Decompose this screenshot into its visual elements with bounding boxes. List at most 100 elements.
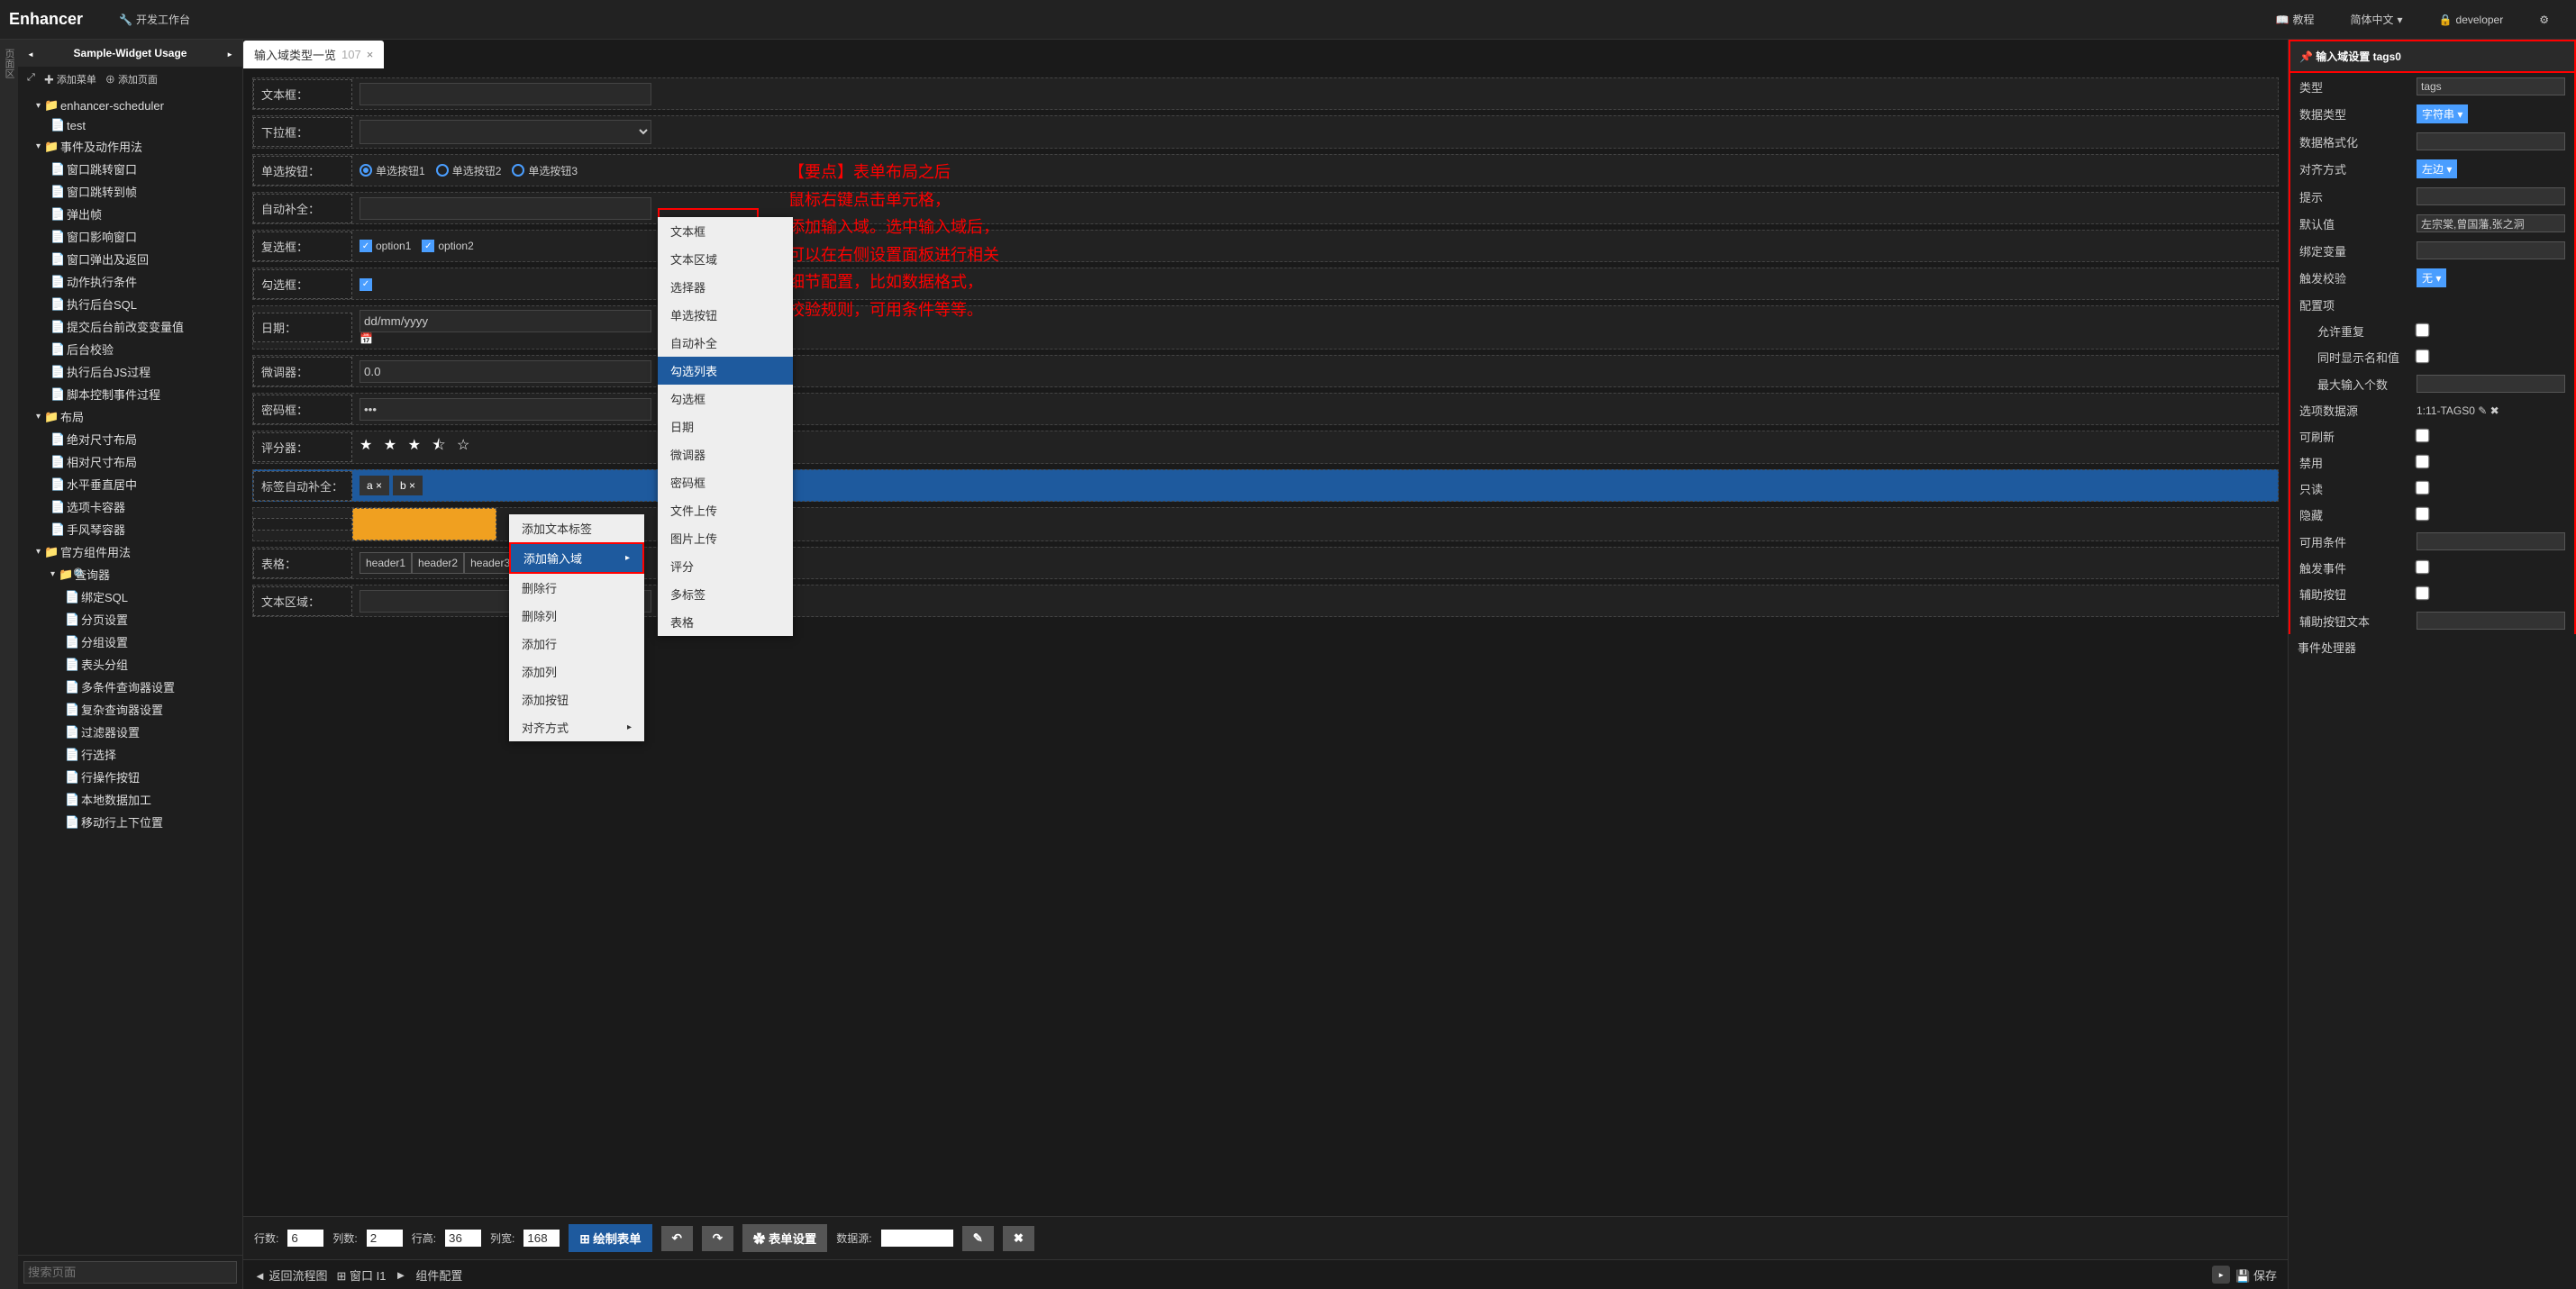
undo-button[interactable]: ↶ xyxy=(661,1226,693,1251)
tutorial-link[interactable]: 📖 教程 xyxy=(2276,12,2315,27)
nav-fwd-icon[interactable] xyxy=(226,47,233,59)
submenu-item[interactable]: 选择器 xyxy=(658,273,793,301)
tag-chip[interactable]: b × xyxy=(393,476,423,495)
tree-item[interactable]: 📄绝对尺寸布局 xyxy=(18,428,242,450)
expand-icon[interactable]: ▾ xyxy=(36,141,41,151)
tree-item[interactable]: 📄执行后台SQL xyxy=(18,293,242,315)
form-row[interactable]: 自动补全： xyxy=(252,192,2279,224)
selected-cell[interactable] xyxy=(352,508,496,540)
tree-item[interactable]: 📄行选择 xyxy=(18,743,242,766)
context-menu-item[interactable]: 添加行 xyxy=(509,630,644,658)
prop-input[interactable] xyxy=(2417,132,2565,150)
submenu-item[interactable]: 日期 xyxy=(658,413,793,440)
submenu-item[interactable]: 评分 xyxy=(658,552,793,580)
tree-item[interactable]: 📄弹出帧 xyxy=(18,203,242,225)
form-row[interactable]: 标签自动补全：a ×b × xyxy=(252,469,2279,502)
tree-item[interactable]: 📄窗口跳转窗口 xyxy=(18,158,242,180)
password-input[interactable] xyxy=(360,398,651,421)
tree-item[interactable]: ▾📁布局 xyxy=(18,405,242,428)
edit-icon[interactable]: ✎ xyxy=(2478,404,2487,417)
form-row[interactable]: 勾选框：✓ xyxy=(252,268,2279,300)
form-settings-button[interactable]: ✿ 表单设置 xyxy=(742,1224,827,1252)
prop-input[interactable] xyxy=(2417,241,2565,259)
tree-item[interactable]: 📄相对尺寸布局 xyxy=(18,450,242,473)
radio-option[interactable]: 单选按钮3 xyxy=(512,163,578,178)
tree-item[interactable]: 📄本地数据加工 xyxy=(18,788,242,811)
rating-input[interactable]: ★ ★ ★ ⯪ ☆ xyxy=(360,438,473,453)
datasource-input[interactable] xyxy=(881,1230,953,1247)
prop-input[interactable] xyxy=(2417,612,2565,630)
expand-icon[interactable]: ▾ xyxy=(36,412,41,422)
tree-item[interactable]: 📄执行后台JS过程 xyxy=(18,360,242,383)
form-row[interactable]: 评分器：★ ★ ★ ⯪ ☆ xyxy=(252,431,2279,464)
tree-item[interactable]: 📄多条件查询器设置 xyxy=(18,676,242,698)
form-row[interactable]: 微调器： xyxy=(252,355,2279,387)
submenu-item[interactable]: 文本框 xyxy=(658,217,793,245)
prop-select[interactable]: 左边 ▾ xyxy=(2417,159,2457,178)
nav-back-icon[interactable] xyxy=(27,47,34,59)
tree-item[interactable]: 📄选项卡容器 xyxy=(18,495,242,518)
context-menu-item[interactable]: 删除列 xyxy=(509,602,644,630)
prop-checkbox[interactable] xyxy=(2416,559,2430,574)
submenu-item[interactable]: 多标签 xyxy=(658,580,793,608)
expand-icon[interactable]: ⤢ xyxy=(27,72,35,86)
prop-checkbox[interactable] xyxy=(2416,322,2430,337)
tree-item[interactable]: 📄行操作按钮 xyxy=(18,766,242,788)
draw-form-button[interactable]: ⊞ 绘制表单 xyxy=(569,1224,651,1252)
form-row[interactable]: 密码框： xyxy=(252,393,2279,425)
tab-close-icon[interactable]: × xyxy=(367,48,374,61)
check-option[interactable]: ✓option1 xyxy=(360,240,411,252)
submenu-item[interactable]: 文件上传 xyxy=(658,496,793,524)
tree-item[interactable]: 📄动作执行条件 xyxy=(18,270,242,293)
prop-checkbox[interactable] xyxy=(2416,480,2430,495)
tree-item[interactable]: 📄分组设置 xyxy=(18,631,242,653)
back-link[interactable]: ◄ 返回流程图 xyxy=(254,1266,328,1284)
form-row[interactable]: 下拉框： xyxy=(252,115,2279,149)
tree-item[interactable]: 📄分页设置 xyxy=(18,608,242,631)
clear-icon[interactable]: ✖ xyxy=(2490,404,2499,417)
form-row[interactable]: 复选框：✓option1✓option2 xyxy=(252,230,2279,262)
form-row[interactable]: 日期： 📅 xyxy=(252,305,2279,349)
add-menu-button[interactable]: ✚ 添加菜单 xyxy=(44,72,96,86)
context-menu-item[interactable]: 删除行 xyxy=(509,574,644,602)
checkbox[interactable]: ✓ xyxy=(360,278,372,291)
context-menu-item[interactable]: 对齐方式▸ xyxy=(509,713,644,741)
workbench-link[interactable]: 🔧 开发工作台 xyxy=(119,12,190,27)
context-menu-item[interactable]: 添加文本标签 xyxy=(509,514,644,542)
tree-item[interactable]: 📄手风琴容器 xyxy=(18,518,242,540)
prop-input[interactable] xyxy=(2417,532,2565,550)
prop-checkbox[interactable] xyxy=(2416,428,2430,442)
expand-icon[interactable]: ▾ xyxy=(36,547,41,557)
tree-item[interactable]: 📄窗口跳转到帧 xyxy=(18,180,242,203)
ds-clear-button[interactable]: ✖ xyxy=(1003,1226,1034,1251)
prop-select[interactable]: 无 ▾ xyxy=(2417,268,2446,287)
width-input[interactable] xyxy=(523,1230,560,1247)
submenu-item[interactable]: 表格 xyxy=(658,608,793,636)
tree-item[interactable]: 📄过滤器设置 xyxy=(18,721,242,743)
submenu-item[interactable]: 单选按钮 xyxy=(658,301,793,329)
save-button[interactable]: 💾 保存 xyxy=(2235,1266,2277,1284)
prop-input[interactable] xyxy=(2417,214,2565,232)
prop-checkbox[interactable] xyxy=(2416,506,2430,521)
prop-input[interactable] xyxy=(2417,77,2565,95)
tree-item[interactable]: 📄绑定SQL xyxy=(18,585,242,608)
context-menu-item[interactable]: 添加按钮 xyxy=(509,685,644,713)
tag-chip[interactable]: a × xyxy=(360,476,389,495)
tree-item[interactable]: 📄复杂查询器设置 xyxy=(18,698,242,721)
tree-item[interactable]: ▾📁enhancer-scheduler xyxy=(18,95,242,115)
height-input[interactable] xyxy=(445,1230,481,1247)
submenu-item[interactable]: 文本区域 xyxy=(658,245,793,273)
submenu-item[interactable]: 勾选框 xyxy=(658,385,793,413)
tree-item[interactable]: 📄提交后台前改变变量值 xyxy=(18,315,242,338)
prop-checkbox[interactable] xyxy=(2416,585,2430,600)
add-page-button[interactable]: ⊕ 添加页面 xyxy=(105,72,158,86)
play-icon[interactable] xyxy=(2212,1266,2230,1284)
context-menu-item[interactable]: 添加输入域▸ xyxy=(509,542,644,574)
redo-button[interactable]: ↷ xyxy=(702,1226,733,1251)
expand-icon[interactable]: ▾ xyxy=(36,101,41,111)
select-input[interactable] xyxy=(360,120,651,144)
user-menu[interactable]: 🔒 developer xyxy=(2439,14,2504,26)
tree-item[interactable]: ▾📁🔍查询器 xyxy=(18,563,242,585)
bc-window[interactable]: ⊞ 窗口 I1 xyxy=(337,1266,387,1284)
text-input[interactable] xyxy=(360,197,651,220)
